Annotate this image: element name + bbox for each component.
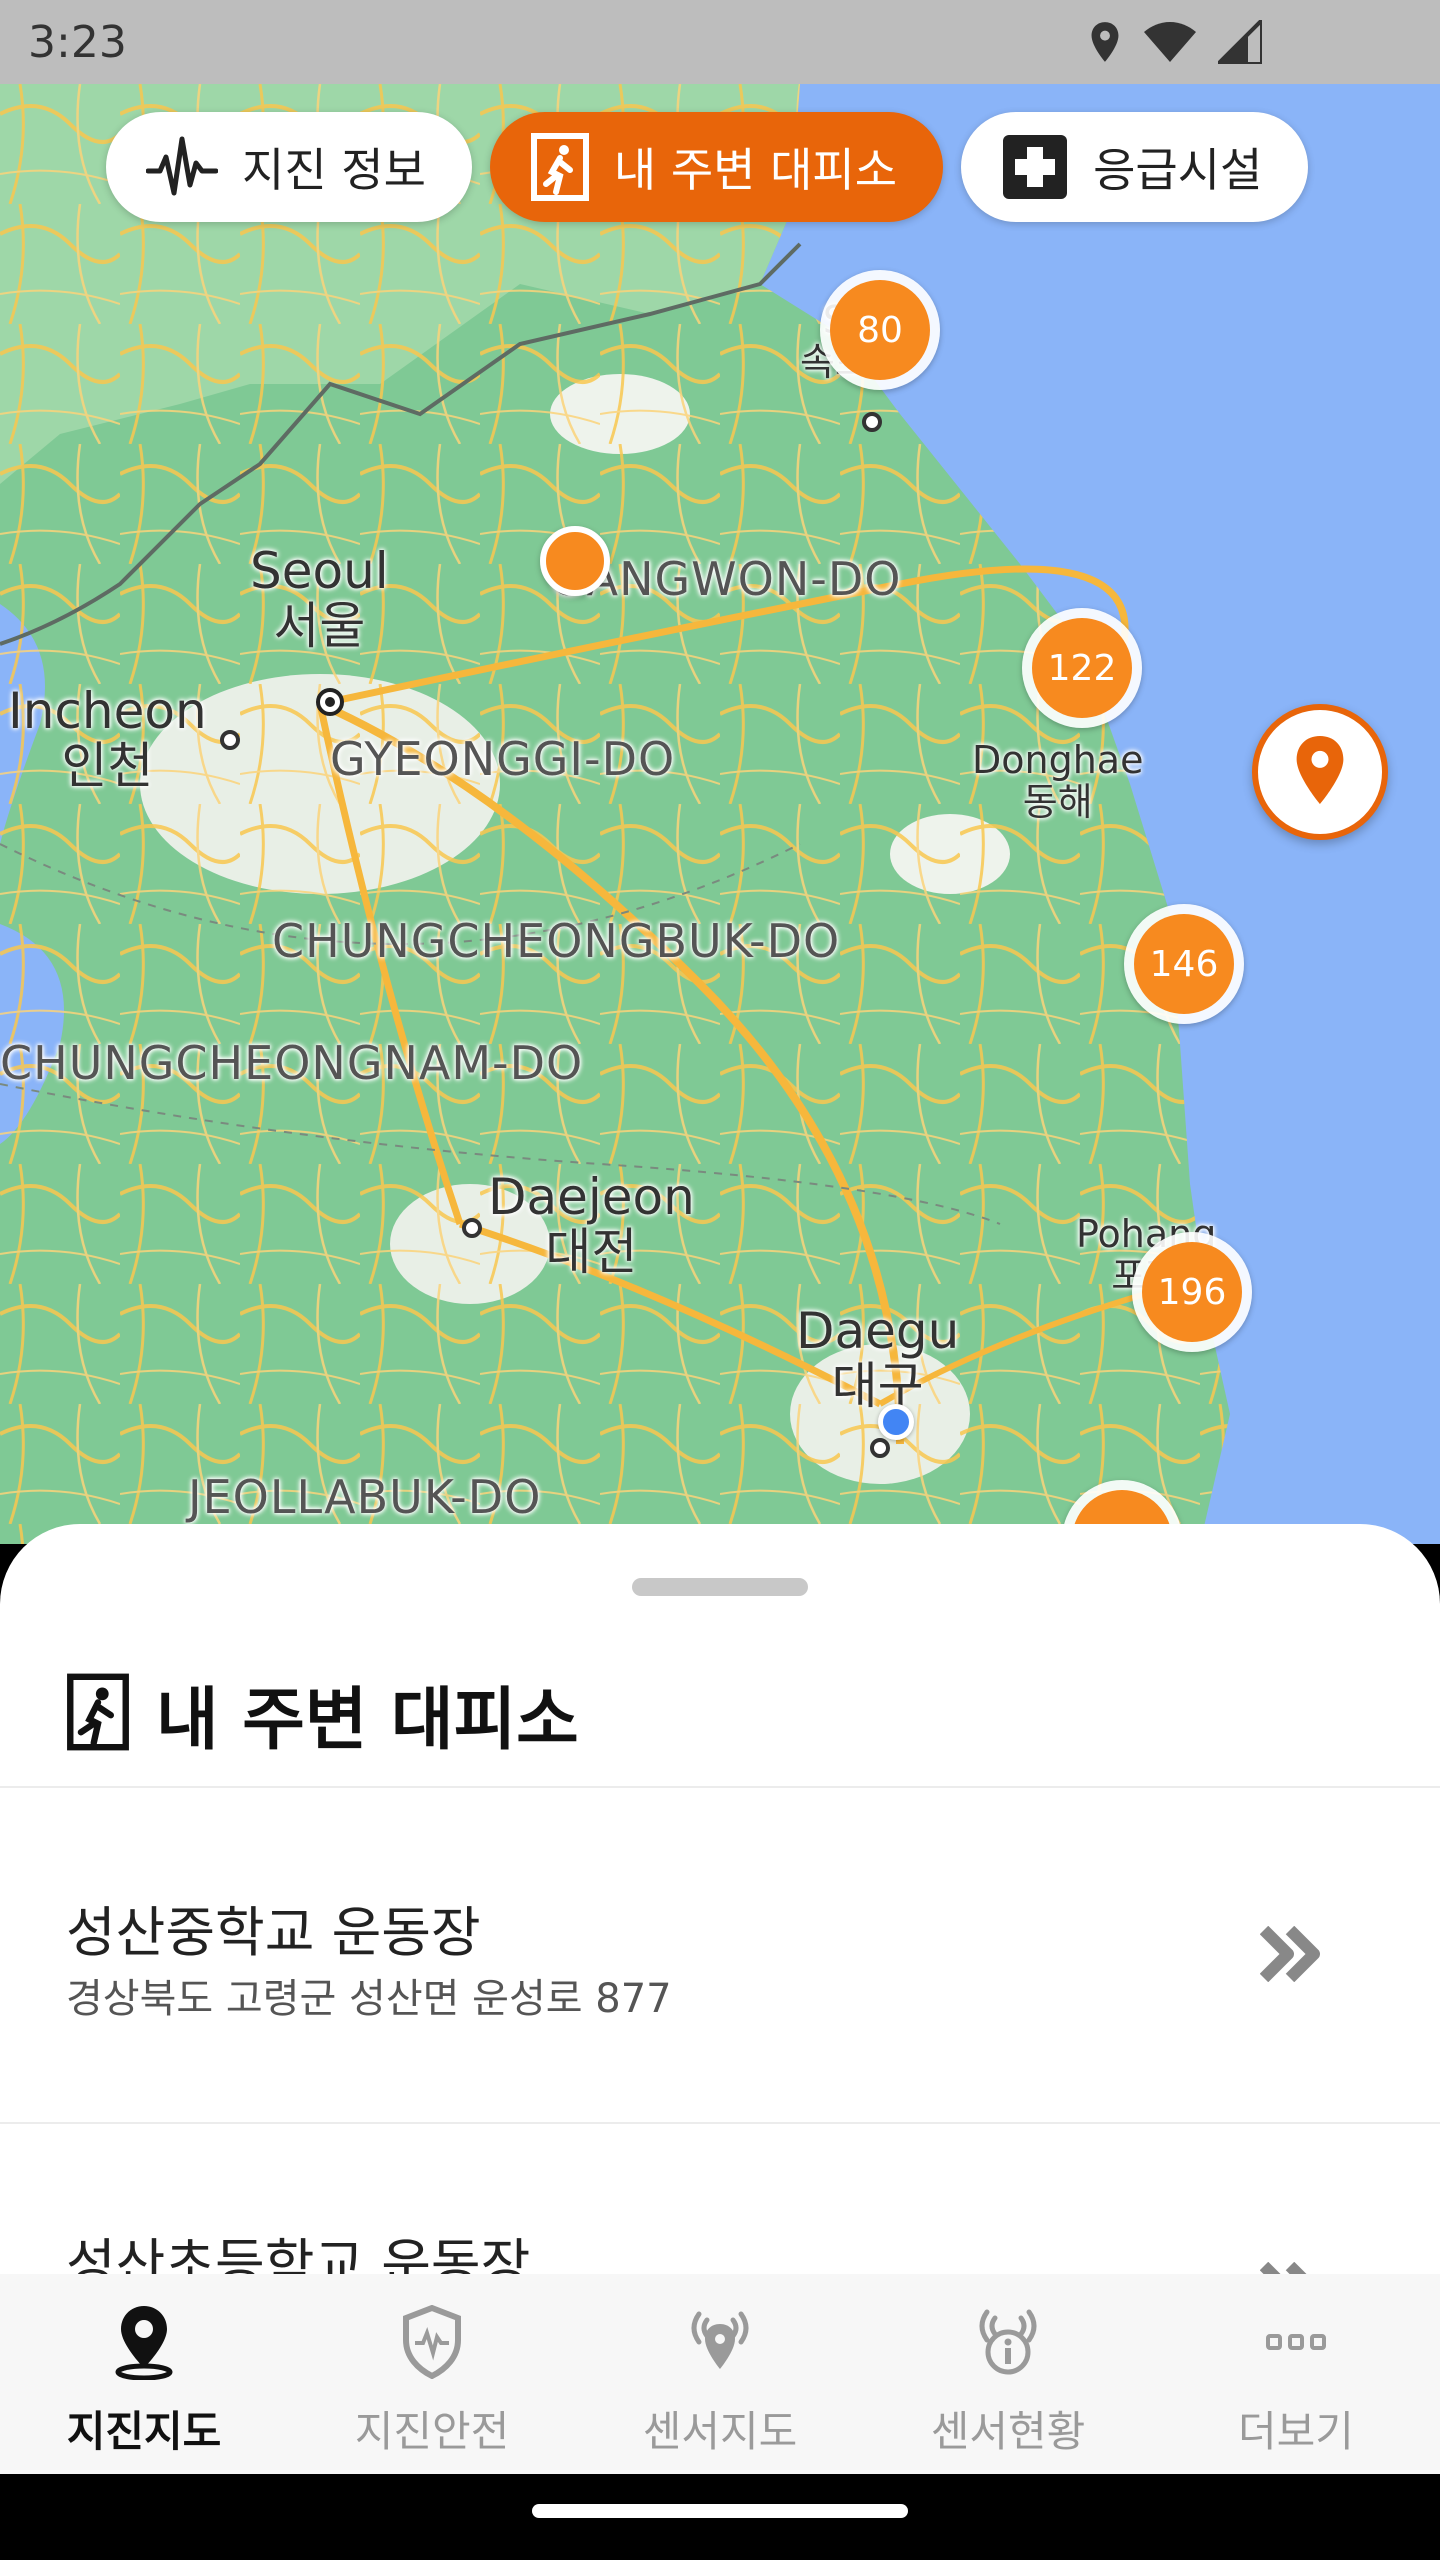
- map-label-gyeonggi: GYEONGGI-DO: [330, 732, 676, 786]
- evacuation-icon: [66, 1672, 130, 1756]
- shelter-address: 경상북도 고령군 성산면 운성로 877: [66, 1976, 672, 2022]
- map-label-donghae: Donghae 동해: [972, 738, 1144, 824]
- shelter-bottom-sheet[interactable]: 내 주변 대피소 성산중학교 운동장 경상북도 고령군 성산면 운성로 877 …: [0, 1524, 1440, 2274]
- chip-nearby-shelters[interactable]: 내 주변 대피소: [489, 112, 944, 222]
- shelter-cluster[interactable]: 196: [1132, 1232, 1252, 1352]
- seismic-wave-icon: [146, 135, 218, 199]
- home-gesture-handle[interactable]: [532, 2504, 908, 2518]
- first-aid-icon: [1001, 133, 1069, 201]
- map-label-seoul: Seoul 서울: [250, 542, 389, 655]
- shelter-list-item[interactable]: 성산초등학교 운동장: [0, 2124, 1440, 2274]
- map-dot-incheon: [220, 730, 240, 750]
- map-view[interactable]: Seoul 서울 Incheon 인천 GYEONGGI-DO GANGWON-DO…: [0, 84, 1440, 1544]
- map-label-daejeon: Daejeon 대전: [488, 1168, 695, 1281]
- nav-more[interactable]: 더보기: [1152, 2274, 1440, 2474]
- nav-earthquake-safety[interactable]: 지진안전: [288, 2274, 576, 2474]
- filter-chips: 지진 정보 내 주변 대피소 응급시설: [106, 112, 1309, 222]
- map-pin-icon: [112, 2300, 176, 2384]
- more-icon: [1266, 2300, 1326, 2384]
- map-label-incheon: Incheon 인천: [8, 682, 207, 795]
- map-dot-daejeon: [462, 1218, 482, 1238]
- status-time: 3:23: [28, 16, 127, 68]
- my-location-button[interactable]: [1252, 704, 1388, 840]
- shelter-name: 성산초등학교 운동장: [66, 2233, 531, 2274]
- nav-earthquake-map[interactable]: 지진지도: [0, 2274, 288, 2474]
- shelter-cluster[interactable]: 80: [820, 270, 940, 390]
- sensor-pin-icon: [685, 2300, 755, 2384]
- shelter-marker[interactable]: [540, 526, 610, 596]
- user-location-dot: [878, 1404, 914, 1440]
- wifi-icon: [1144, 22, 1196, 62]
- shelter-cluster[interactable]: 146: [1124, 904, 1244, 1024]
- shelter-cluster[interactable]: 122: [1022, 608, 1142, 728]
- double-chevron-right-icon[interactable]: [1259, 2261, 1320, 2274]
- sheet-title: 내 주변 대피소: [156, 1681, 579, 1760]
- evacuation-icon: [530, 132, 590, 202]
- map-dot-seoul: [316, 688, 344, 716]
- map-pin-icon: [1294, 736, 1346, 808]
- sensor-info-icon: [973, 2300, 1043, 2384]
- status-icons: [1088, 20, 1412, 64]
- map-label-chungnam: CHUNGCHEONGNAM-DO: [0, 1036, 584, 1090]
- chip-earthquake-info[interactable]: 지진 정보: [106, 112, 472, 222]
- status-bar: 3:23: [0, 0, 1440, 84]
- system-gesture-bar: [0, 2474, 1440, 2560]
- chip-emergency-facilities[interactable]: 응급시설: [961, 112, 1309, 222]
- map-label-chungbuk: CHUNGCHEONGBUK-DO: [272, 914, 841, 968]
- sheet-drag-handle[interactable]: [632, 1578, 808, 1596]
- shelter-list-item[interactable]: 성산중학교 운동장 경상북도 고령군 성산면 운성로 877: [0, 1788, 1440, 2122]
- signal-icon: [1218, 20, 1262, 64]
- map-dot-daegu: [870, 1438, 890, 1458]
- bottom-navigation: 지진지도 지진안전 센서지도 센서현황 더보기: [0, 2274, 1440, 2474]
- shield-wave-icon: [401, 2300, 463, 2384]
- location-icon: [1088, 20, 1122, 64]
- map-dot-sokcho: [862, 412, 882, 432]
- map-label-jeonbuk: JEOLLABUK-DO: [188, 1470, 542, 1524]
- sheet-header: 내 주변 대피소: [66, 1664, 579, 1763]
- shelter-name: 성산중학교 운동장: [66, 1901, 481, 1964]
- double-chevron-right-icon[interactable]: [1259, 1925, 1320, 1986]
- nav-sensor-status[interactable]: 센서현황: [864, 2274, 1152, 2474]
- nav-sensor-map[interactable]: 센서지도: [576, 2274, 864, 2474]
- map-label-daegu: Daegu 대구: [796, 1302, 960, 1415]
